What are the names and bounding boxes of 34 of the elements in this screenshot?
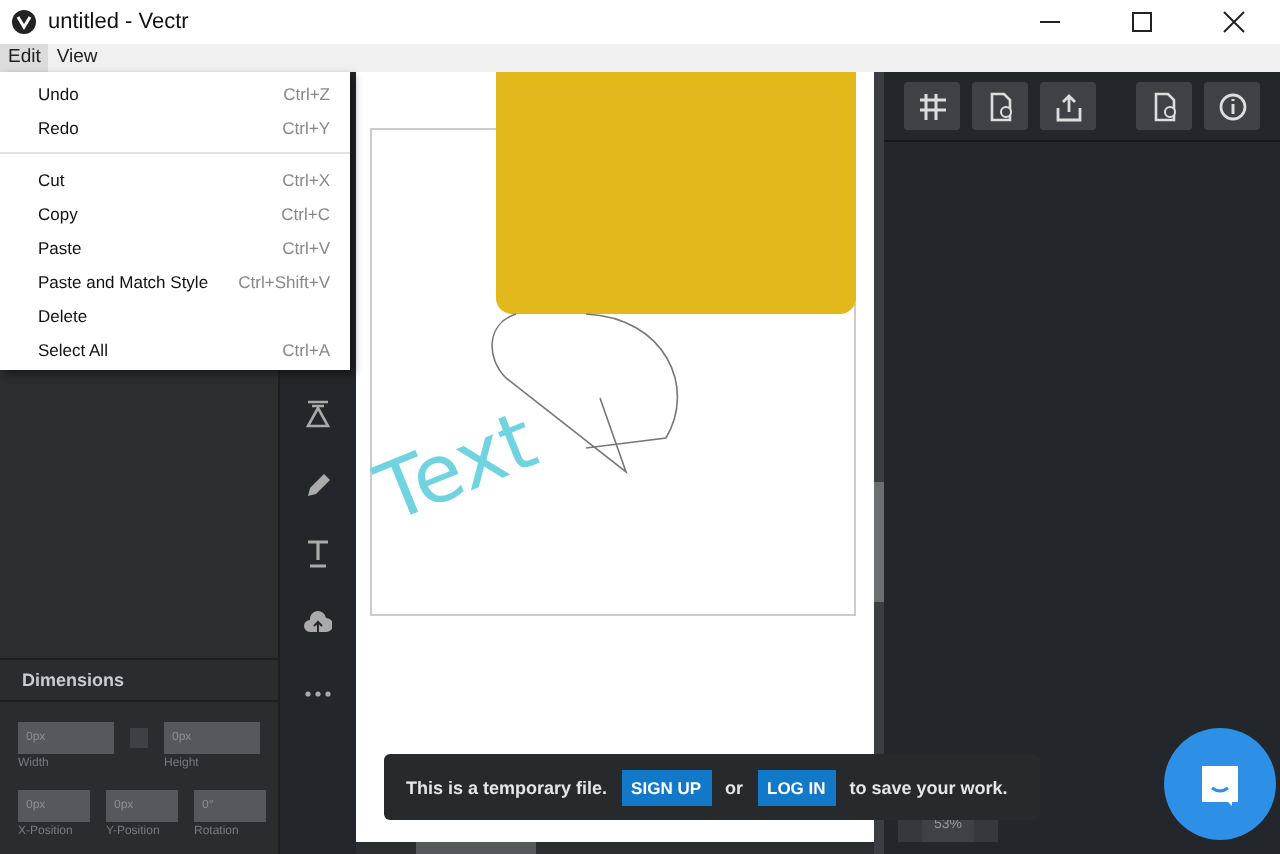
notification-text: or: [725, 777, 743, 797]
share-icon: [1053, 91, 1083, 121]
notification-text: to save your work.: [849, 777, 1008, 797]
log-in-button[interactable]: LOG IN: [757, 769, 836, 805]
document-button[interactable]: [972, 82, 1028, 130]
shape-tool-icon[interactable]: [304, 398, 332, 430]
menu-item[interactable]: Paste Ctrl+V: [0, 230, 350, 264]
menu-item[interactable]: Cut Ctrl+X: [0, 162, 350, 196]
menu-item[interactable]: Select All Ctrl+A: [0, 332, 350, 366]
info-button[interactable]: [1204, 82, 1260, 130]
share-button[interactable]: [1040, 82, 1096, 130]
horizontal-scrollbar[interactable]: [356, 842, 874, 854]
info-icon: [1217, 91, 1247, 121]
canvas-text: Text: [364, 395, 550, 541]
document-icon: [985, 91, 1015, 121]
sign-up-button[interactable]: SIGN UP: [621, 769, 711, 805]
text-tool-icon[interactable]: [304, 538, 332, 570]
menu-item[interactable]: Paste and Match Style Ctrl+Shift+V: [0, 264, 350, 298]
grid-icon: [917, 91, 947, 121]
document-settings-button[interactable]: [1136, 82, 1192, 130]
chat-icon: [1196, 760, 1244, 808]
menu-bar-item[interactable]: View: [48, 44, 106, 72]
panel-title: Dimensions: [0, 660, 278, 702]
window-title: untitled - Vectr: [48, 10, 191, 34]
pencil-icon[interactable]: [304, 468, 332, 500]
document-icon: [1149, 91, 1179, 121]
menu-item[interactable]: Redo Ctrl+Y: [0, 110, 350, 144]
app-logo-icon: [12, 10, 36, 34]
menu-item[interactable]: Delete: [0, 298, 350, 332]
menu-item[interactable]: Copy Ctrl+C: [0, 196, 350, 230]
grid-button[interactable]: [904, 82, 960, 130]
menu-bar-item[interactable]: Edit: [0, 44, 49, 72]
notification-text: This is a temporary file.: [406, 777, 608, 797]
menu-item[interactable]: Undo Ctrl+Z: [0, 76, 350, 110]
